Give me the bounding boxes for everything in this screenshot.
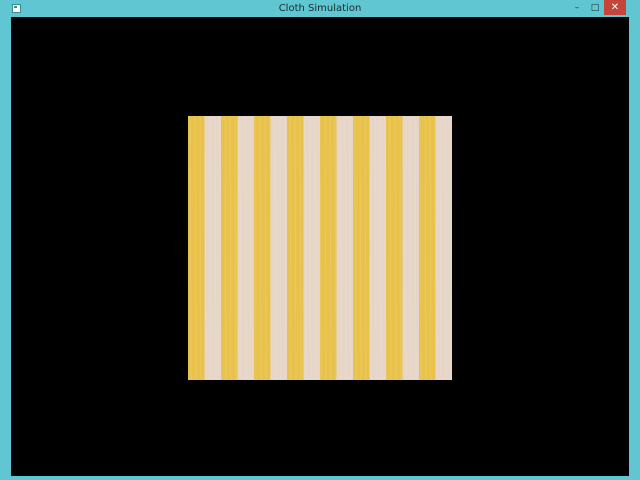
cloth-stripe [435, 116, 452, 380]
cloth-texture [188, 116, 452, 380]
app-window: Cloth Simulation – □ ✕ [0, 0, 640, 480]
window-controls: – □ ✕ [568, 0, 626, 15]
render-viewport[interactable] [11, 17, 629, 476]
title-bar[interactable]: Cloth Simulation – □ ✕ [0, 0, 640, 17]
cloth-mesh[interactable] [188, 116, 452, 380]
close-icon[interactable]: ✕ [604, 0, 626, 15]
cloth-stripe [369, 116, 387, 380]
minimize-icon[interactable]: – [568, 0, 586, 15]
window-title: Cloth Simulation [278, 3, 362, 14]
maximize-icon[interactable]: □ [586, 0, 604, 15]
cloth-stripe [419, 116, 436, 380]
cloth-stripe [254, 116, 271, 380]
cloth-stripe [204, 116, 222, 380]
cloth-stripe [320, 116, 337, 380]
